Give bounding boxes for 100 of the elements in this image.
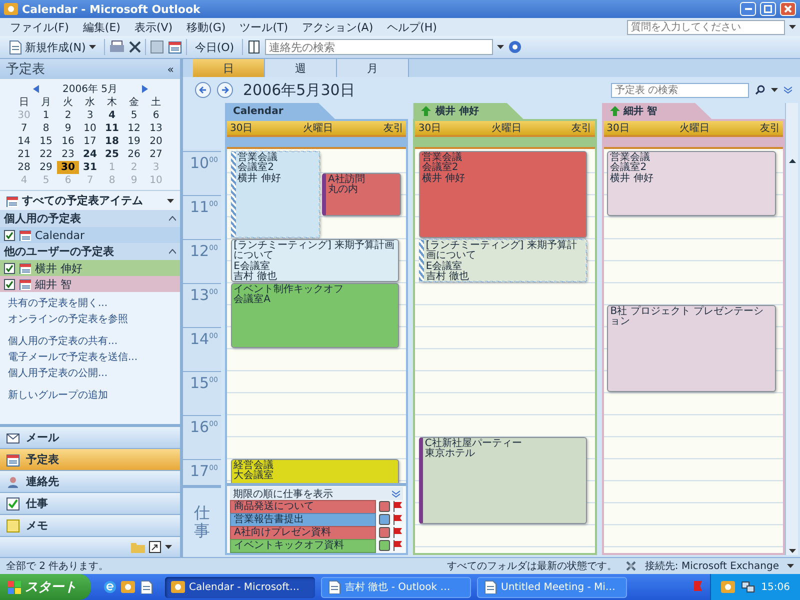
appointment[interactable]: 営業会議 会議室2 横井 伸好	[607, 151, 776, 216]
taskbar-button[interactable]: Calendar - Microsoft…	[165, 576, 315, 598]
back-button[interactable]	[195, 82, 211, 98]
outlook-icon[interactable]	[721, 580, 736, 594]
view-tab[interactable]: 月	[337, 59, 409, 77]
module-button[interactable]: 仕事	[0, 493, 180, 515]
calendar-day[interactable]: 19	[123, 135, 145, 148]
dropdown-arrow-icon[interactable]	[497, 45, 504, 49]
forward-button[interactable]	[217, 82, 233, 98]
calendar-day[interactable]: 29	[35, 161, 57, 174]
calendar-day[interactable]: 16	[57, 135, 79, 148]
calendar-day[interactable]: 4	[101, 109, 123, 122]
scroll-bar[interactable]	[785, 103, 798, 555]
calendar-day[interactable]: 3	[79, 109, 101, 122]
flag-icon[interactable]	[393, 514, 404, 525]
menu-item[interactable]: ツール(T)	[234, 18, 294, 36]
calendar-search-field[interactable]: 予定表 の検索	[611, 82, 749, 98]
pane-link[interactable]: 個人用予定表の公開...	[8, 366, 172, 380]
calendar-day[interactable]: 28	[13, 161, 35, 174]
calendar-day[interactable]: 25	[101, 148, 123, 161]
collapse-icon[interactable]	[169, 216, 176, 221]
checkbox[interactable]	[4, 230, 15, 240]
next-month-icon[interactable]	[142, 85, 148, 93]
calendar-day[interactable]: 27	[145, 148, 167, 161]
minimize-button[interactable]	[740, 2, 756, 16]
help-search-field[interactable]: 質問を入力してください	[627, 20, 785, 34]
calendar-day[interactable]: 10	[79, 122, 101, 135]
pane-link[interactable]: 新しいグループの追加	[8, 388, 172, 402]
appointment[interactable]: 営業会議 会議室2 横井 伸好	[418, 151, 588, 238]
pane-link[interactable]: 電子メールで予定表を送信...	[8, 350, 172, 364]
contact-search-field[interactable]: 連絡先の検索	[265, 39, 494, 55]
calendar-day[interactable]: 21	[13, 148, 35, 161]
module-button[interactable]: 連絡先	[0, 471, 180, 493]
calendar-tab[interactable]: 細井 智	[602, 103, 712, 119]
shortcut-icon[interactable]	[149, 541, 161, 553]
move-icon[interactable]	[150, 40, 164, 54]
dropdown-arrow-icon[interactable]	[787, 564, 794, 568]
calendar-day[interactable]: 9	[57, 122, 79, 135]
flag-icon[interactable]	[393, 527, 404, 538]
task-subject[interactable]: A社向けプレゼン資料	[230, 526, 376, 540]
search-icon[interactable]	[755, 85, 765, 95]
calendar-day[interactable]: 30	[57, 161, 79, 174]
menu-item[interactable]: アクション(A)	[296, 18, 380, 36]
menu-item[interactable]: ファイル(F)	[4, 18, 75, 36]
module-button[interactable]: メモ	[0, 515, 180, 537]
calendar-day[interactable]: 11	[101, 122, 123, 135]
calendar-day[interactable]: 1	[35, 109, 57, 122]
delete-icon[interactable]	[128, 41, 141, 53]
calendar-tab[interactable]: 横井 伸好	[413, 103, 524, 119]
checkbox[interactable]	[4, 262, 15, 274]
calendar-list-item[interactable]: Calendar	[0, 227, 180, 243]
calendar-day[interactable]: 20	[145, 135, 167, 148]
expand-icon[interactable]	[784, 86, 792, 94]
maximize-button[interactable]	[760, 2, 776, 16]
document-icon[interactable]	[139, 580, 153, 594]
address-book-icon[interactable]	[247, 40, 262, 54]
calendar-day[interactable]: 17	[79, 135, 101, 148]
calendar-day[interactable]: 24	[79, 148, 101, 161]
new-button[interactable]: 新規作成(N)	[4, 38, 100, 56]
calendar-day[interactable]: 22	[35, 148, 57, 161]
taskbar-button[interactable]: 吉村 徹也 - Outlook …	[321, 576, 471, 598]
calendar-day[interactable]: 8	[35, 122, 57, 135]
pane-link[interactable]: 共有の予定表を開く...	[8, 296, 172, 310]
pane-link[interactable]: オンラインの予定表を参照	[8, 312, 172, 326]
taskbar-button[interactable]: Untitled Meeting - Mi…	[477, 576, 627, 598]
help-icon[interactable]	[508, 40, 522, 54]
dropdown-arrow-icon[interactable]	[167, 198, 174, 202]
task-subject[interactable]: イベントキックオフ資料	[230, 538, 376, 552]
menu-item[interactable]: ヘルプ(H)	[381, 18, 443, 36]
connection-status[interactable]: 接続先: Microsoft Exchange	[644, 559, 779, 573]
appointment[interactable]: 経営会議 大会議室	[230, 459, 400, 483]
view-tab[interactable]: 週	[265, 59, 337, 77]
close-button[interactable]	[780, 2, 796, 16]
appointment[interactable]: [ランチミーティング] 来期予算計画について E会議室 吉村 徹也	[418, 239, 588, 282]
calendar-day[interactable]: 14	[13, 135, 35, 148]
collapse-icon[interactable]	[169, 249, 176, 254]
appointment[interactable]: B社 プロジェクト プレゼンテーション	[607, 305, 776, 392]
module-button[interactable]: 予定表	[0, 449, 180, 471]
pane-link[interactable]: 個人用の予定表の共有...	[8, 334, 172, 348]
expand-icon[interactable]	[392, 490, 400, 498]
calendar-day[interactable]: 13	[145, 122, 167, 135]
menu-item[interactable]: 編集(E)	[76, 18, 126, 36]
calendar-list-item[interactable]: 横井 伸好	[0, 260, 180, 276]
menu-item[interactable]: 移動(G)	[180, 18, 232, 36]
calendar-tab[interactable]: Calendar	[225, 103, 335, 119]
browser-icon[interactable]	[103, 580, 117, 594]
module-button[interactable]: メール	[0, 427, 180, 449]
calendar-day[interactable]: 26	[123, 148, 145, 161]
calendar-day[interactable]: 15	[35, 135, 57, 148]
previous-month-icon[interactable]	[32, 85, 38, 93]
calendar-day[interactable]: 5	[123, 109, 145, 122]
collapse-button[interactable]: «	[167, 62, 174, 76]
appointment[interactable]: C社新社屋パーティー 東京ホテル	[418, 437, 588, 524]
calendar-day[interactable]: 7	[13, 122, 35, 135]
dropdown-arrow-icon[interactable]	[771, 88, 778, 92]
calendar-day[interactable]: 23	[57, 148, 79, 161]
calendar-day[interactable]: 18	[101, 135, 123, 148]
dropdown-arrow-icon[interactable]	[165, 545, 172, 549]
outlook-icon[interactable]	[121, 580, 135, 594]
dropdown-arrow-icon[interactable]	[789, 25, 796, 29]
